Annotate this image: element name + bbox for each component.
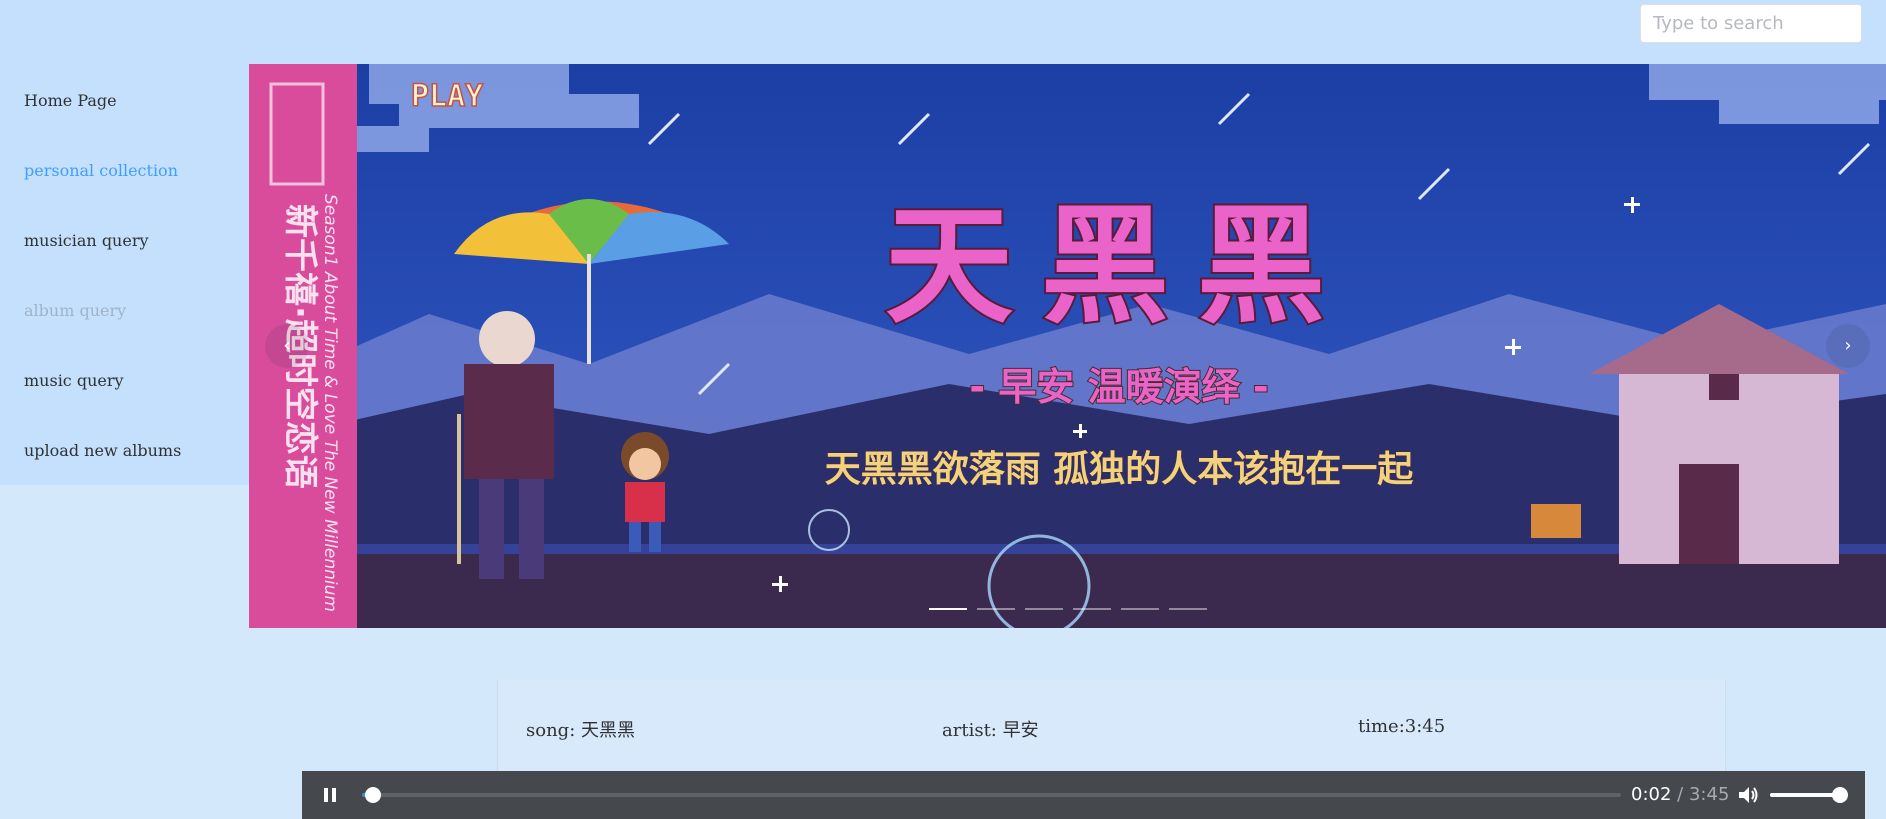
volume-fill xyxy=(1770,793,1840,797)
dog-figure xyxy=(1531,504,1581,538)
artist-subtitle-art: - 早安 温暖演绎 - xyxy=(969,365,1268,409)
carousel-indicator[interactable] xyxy=(1120,602,1159,616)
current-time: 0:02 xyxy=(1631,784,1672,805)
banner-carousel: 新千禧·超时空恋语 Season1 About Time & Love The … xyxy=(249,64,1886,628)
sidebar-item-album-query[interactable]: album query xyxy=(24,301,126,320)
carousel-indicator[interactable] xyxy=(976,602,1015,616)
lyric-line-art: 天黑黑欲落雨 孤独的人本该抱在一起 xyxy=(825,449,1415,490)
volume-icon[interactable] xyxy=(1736,783,1760,807)
banner-image: 新千禧·超时空恋语 Season1 About Time & Love The … xyxy=(249,64,1886,628)
sidebar: Home Page personal collection musician q… xyxy=(0,64,249,485)
sidebar-item-personal-collection[interactable]: personal collection xyxy=(24,161,178,180)
audio-player: 0:02 / 3:45 xyxy=(302,771,1865,819)
song-title-art: 天黑黑 xyxy=(885,192,1353,341)
carousel-next-button[interactable]: › xyxy=(1826,324,1870,368)
sidebar-item-home[interactable]: Home Page xyxy=(24,91,117,110)
album-tagline: Season1 About Time & Love The New Millen… xyxy=(320,194,340,612)
song-name-label: song: 天黑黑 xyxy=(526,720,635,741)
carousel-indicator[interactable] xyxy=(1024,602,1063,616)
carousel-indicators xyxy=(249,602,1886,616)
chevron-right-icon: › xyxy=(1844,335,1852,356)
volume-knob[interactable] xyxy=(1832,787,1848,803)
artist-name-label: artist: 早安 xyxy=(942,720,1039,741)
sidebar-item-music-query[interactable]: music query xyxy=(24,371,124,390)
search-input[interactable] xyxy=(1640,4,1862,43)
chevron-left-icon: ‹ xyxy=(283,335,291,356)
volume-slider[interactable] xyxy=(1770,787,1848,803)
pause-button[interactable] xyxy=(318,783,342,807)
top-bar xyxy=(0,0,1886,64)
time-display: 0:02 / 3:45 xyxy=(1631,784,1729,805)
sidebar-item-musician-query[interactable]: musician query xyxy=(24,231,149,250)
play-label: PLAY xyxy=(411,79,483,114)
progress-knob[interactable] xyxy=(365,787,382,803)
song-time-label: time:3:45 xyxy=(1358,716,1446,737)
carousel-indicator[interactable] xyxy=(928,602,967,616)
sidebar-item-upload-albums[interactable]: upload new albums xyxy=(24,441,181,460)
time-separator: / xyxy=(1677,784,1684,805)
carousel-indicator[interactable] xyxy=(1168,602,1207,616)
progress-bar[interactable] xyxy=(362,787,1621,803)
carousel-indicator[interactable] xyxy=(1072,602,1111,616)
duration-time: 3:45 xyxy=(1688,784,1730,805)
song-info-row: song: 天黑黑 artist: 早安 time:3:45 xyxy=(497,680,1726,776)
carousel-prev-button[interactable]: ‹ xyxy=(265,324,309,368)
